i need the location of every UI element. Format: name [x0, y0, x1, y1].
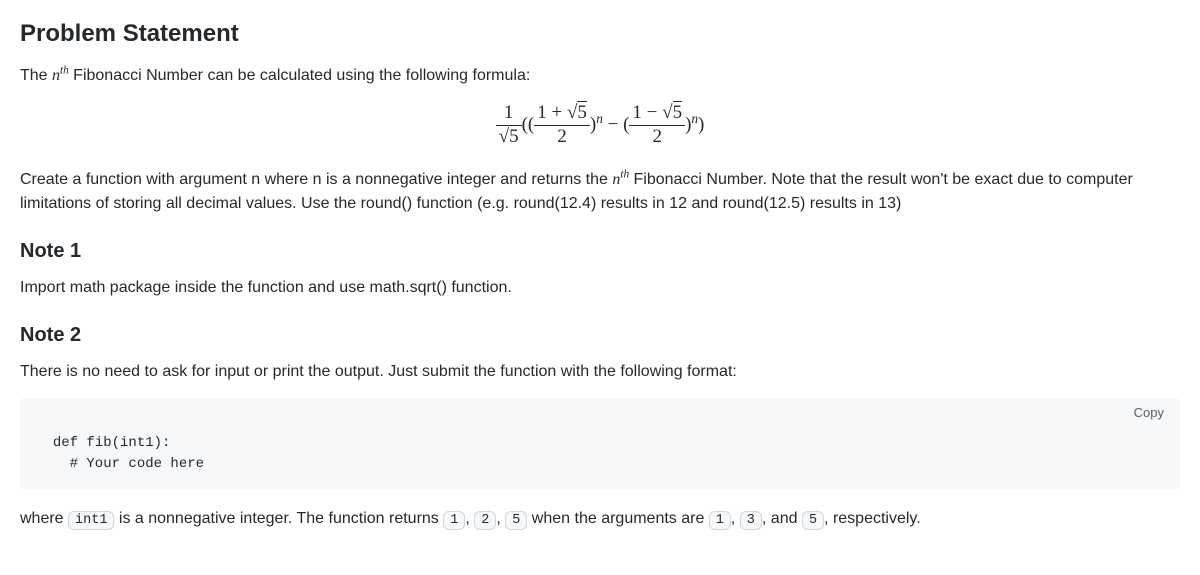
nth-n: n — [52, 67, 60, 84]
task-a: Create a function with argument n where … — [20, 171, 612, 188]
trail-b: is a nonnegative integer. The function r… — [114, 510, 443, 527]
surd-icon: √ — [662, 102, 672, 123]
plus-sign: + — [547, 102, 567, 123]
sqrt-five: 5 — [577, 101, 587, 123]
code-2: 2 — [474, 511, 496, 530]
exp1: n — [596, 111, 603, 126]
surd-icon: √ — [567, 102, 577, 123]
phi-den: 2 — [534, 126, 590, 150]
nth-th: th — [620, 168, 629, 180]
sqrt-five: 5 — [673, 101, 683, 123]
intro-part-b: Fibonacci Number can be calculated using… — [69, 67, 531, 84]
phi-num: 1 + √5 — [534, 102, 590, 126]
minus-sign: − — [642, 102, 662, 123]
frac-1-sqrt5: 1 √5 — [496, 102, 522, 150]
psi-den: 2 — [629, 126, 685, 150]
frac-den: √5 — [496, 126, 522, 150]
heading-note-2: Note 2 — [20, 320, 1180, 350]
trail-d: , and — [762, 510, 802, 527]
heading-problem-statement: Problem Statement — [20, 16, 1180, 52]
trailing-text: where int1 is a nonnegative integer. The… — [20, 507, 1180, 531]
code-1: 1 — [443, 511, 465, 530]
frac-num: 1 — [496, 102, 522, 126]
copy-button[interactable]: Copy — [1128, 404, 1170, 421]
one: 1 — [537, 102, 547, 123]
psi-num: 1 − √5 — [629, 102, 685, 126]
code-int1: int1 — [68, 511, 114, 530]
minus-outer: − ( — [603, 114, 630, 135]
trail-c: when the arguments are — [527, 510, 708, 527]
heading-note-1: Note 1 — [20, 236, 1180, 266]
formula: 1 √5 (( 1 + √5 2 )n − ( 1 − √5 2 )n) — [20, 102, 1180, 150]
task-text: Create a function with argument n where … — [20, 168, 1180, 216]
surd-icon: √ — [499, 126, 509, 147]
code-arg-5: 5 — [802, 511, 824, 530]
nth-th: th — [60, 65, 69, 77]
code-5: 5 — [505, 511, 527, 530]
nth-symbol: nth — [52, 67, 69, 84]
trail-a: where — [20, 510, 68, 527]
note-2-text: There is no need to ask for input or pri… — [20, 360, 1180, 384]
rparen3: ) — [698, 114, 704, 135]
intro-part-a: The — [20, 67, 52, 84]
trail-e: , respectively. — [824, 510, 921, 527]
intro-text: The nth Fibonacci Number can be calculat… — [20, 64, 1180, 88]
frac-psi: 1 − √5 2 — [629, 102, 685, 150]
sep: , — [465, 510, 474, 527]
lparen: (( — [522, 114, 535, 135]
code-content: def fib(int1): # Your code here — [36, 435, 204, 472]
code-block: Copy def fib(int1): # Your code here — [20, 398, 1180, 489]
code-arg-1: 1 — [709, 511, 731, 530]
nth-symbol: nth — [612, 171, 629, 188]
sqrt-five: 5 — [509, 125, 519, 147]
one: 1 — [632, 102, 642, 123]
sep: , — [731, 510, 740, 527]
note-1-text: Import math package inside the function … — [20, 276, 1180, 300]
code-arg-3: 3 — [740, 511, 762, 530]
frac-phi: 1 + √5 2 — [534, 102, 590, 150]
sep: , — [496, 510, 505, 527]
